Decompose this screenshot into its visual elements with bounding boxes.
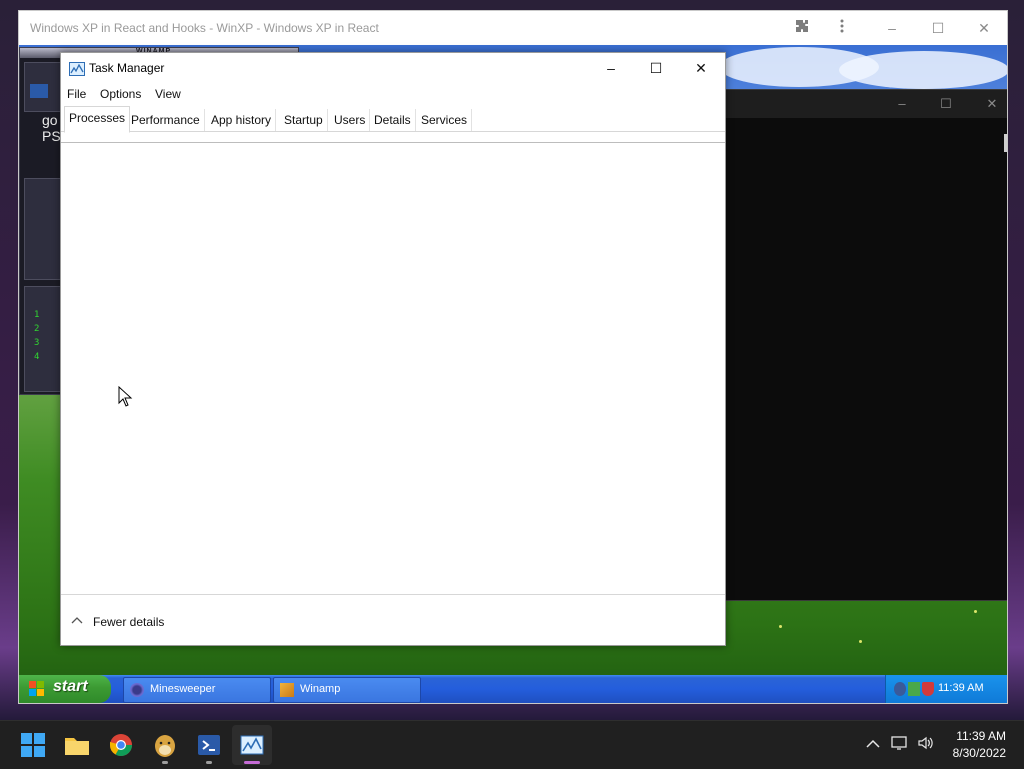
xp-start-button[interactable]: start: [19, 675, 111, 703]
terminal-minimize-button[interactable]: –: [892, 95, 912, 113]
task-manager-footer: Fewer details: [61, 594, 725, 645]
file-explorer-icon[interactable]: [61, 729, 93, 761]
browser-title: Windows XP in React and Hooks - WinXP - …: [30, 21, 379, 35]
tab-services[interactable]: Services: [417, 109, 473, 131]
browser-titlebar: Windows XP in React and Hooks - WinXP - …: [19, 11, 1007, 45]
taskbar-clock-date[interactable]: 8/30/2022: [946, 746, 1006, 760]
powershell-icon: [30, 84, 48, 98]
terminal-text: go: [42, 112, 58, 128]
terminal-titlebar[interactable]: – ☐ ✕: [724, 90, 1007, 118]
xp-system-tray: 11:39 AM: [885, 675, 1007, 703]
chevron-up-icon[interactable]: [863, 735, 883, 755]
tab-details[interactable]: Details: [370, 109, 416, 131]
browser-minimize-button[interactable]: –: [881, 18, 903, 38]
terminal-maximize-button[interactable]: ☐: [936, 95, 956, 113]
terminal-close-button[interactable]: ✕: [982, 95, 1002, 113]
running-indicator: [206, 761, 212, 764]
powershell-icon[interactable]: [193, 729, 225, 761]
cloud: [839, 51, 1007, 89]
tab-startup[interactable]: Startup: [280, 109, 328, 131]
terminal-text: PS: [42, 128, 61, 144]
tab-performance[interactable]: Performance: [127, 109, 205, 131]
xp-task-label: Minesweeper: [150, 683, 216, 695]
grass-flower: [974, 610, 977, 613]
xp-clock[interactable]: 11:39 AM: [938, 682, 984, 694]
browser-close-button[interactable]: ✕: [973, 18, 995, 38]
terminal-window[interactable]: – ☐ ✕: [723, 89, 1007, 601]
puzzle-icon[interactable]: [791, 18, 813, 38]
tm-close-button[interactable]: ✕: [681, 57, 721, 79]
tm-maximize-button[interactable]: ☐: [636, 57, 676, 79]
xp-task-label: Winamp: [300, 683, 341, 695]
winamp-icon: [280, 683, 294, 697]
playlist-number: 1: [34, 310, 40, 320]
taskbar-clock-time[interactable]: 11:39 AM: [946, 729, 1006, 743]
grass-flower: [779, 625, 782, 628]
minesweeper-icon: [130, 683, 144, 697]
menu-file[interactable]: File: [67, 87, 86, 101]
tab-users[interactable]: Users: [330, 109, 371, 131]
mouse-cursor-icon: [118, 385, 134, 408]
security-shield-icon[interactable]: [922, 682, 934, 696]
tab-app-history[interactable]: App history: [207, 109, 277, 131]
tab-processes[interactable]: Processes: [64, 106, 131, 133]
speaker-icon[interactable]: [916, 735, 936, 755]
xp-task-winamp[interactable]: Winamp: [273, 677, 421, 703]
windows-flag-icon: [29, 681, 45, 697]
browser-maximize-button[interactable]: ☐: [927, 18, 949, 38]
windows-start-icon[interactable]: [17, 729, 49, 761]
processes-list-area[interactable]: [61, 142, 725, 595]
menu-view[interactable]: View: [155, 87, 181, 101]
windows-taskbar: 11:39 AM 8/30/2022: [0, 720, 1024, 769]
terminal-scrollbar[interactable]: [1004, 134, 1007, 152]
volume-icon[interactable]: [894, 682, 906, 696]
menu-options[interactable]: Options: [100, 87, 141, 101]
tm-minimize-button[interactable]: –: [591, 57, 631, 79]
task-manager-title: Task Manager: [89, 61, 165, 75]
running-indicator: [162, 761, 168, 764]
chrome-icon[interactable]: [105, 729, 137, 761]
task-manager-taskbar-button[interactable]: [232, 725, 272, 765]
network-monitor-icon[interactable]: [890, 735, 910, 755]
kebab-menu-icon[interactable]: [831, 18, 853, 38]
tab-strip: Processes Performance App history Startu…: [61, 105, 725, 133]
fewer-details-link[interactable]: Fewer details: [93, 615, 164, 629]
chevron-up-icon[interactable]: [71, 613, 83, 627]
playlist-number: 4: [34, 352, 40, 362]
task-manager-icon: [69, 62, 85, 76]
playlist-number: 3: [34, 338, 40, 348]
xp-task-minesweeper[interactable]: Minesweeper: [123, 677, 271, 703]
playlist-number: 2: [34, 324, 40, 334]
active-indicator: [244, 761, 260, 764]
start-label: start: [53, 678, 88, 695]
network-icon[interactable]: [908, 682, 920, 696]
doge-app-icon[interactable]: [149, 729, 181, 761]
task-manager-window[interactable]: Task Manager – ☐ ✕ File Options View Pro…: [60, 52, 726, 646]
grass-flower: [859, 640, 862, 643]
